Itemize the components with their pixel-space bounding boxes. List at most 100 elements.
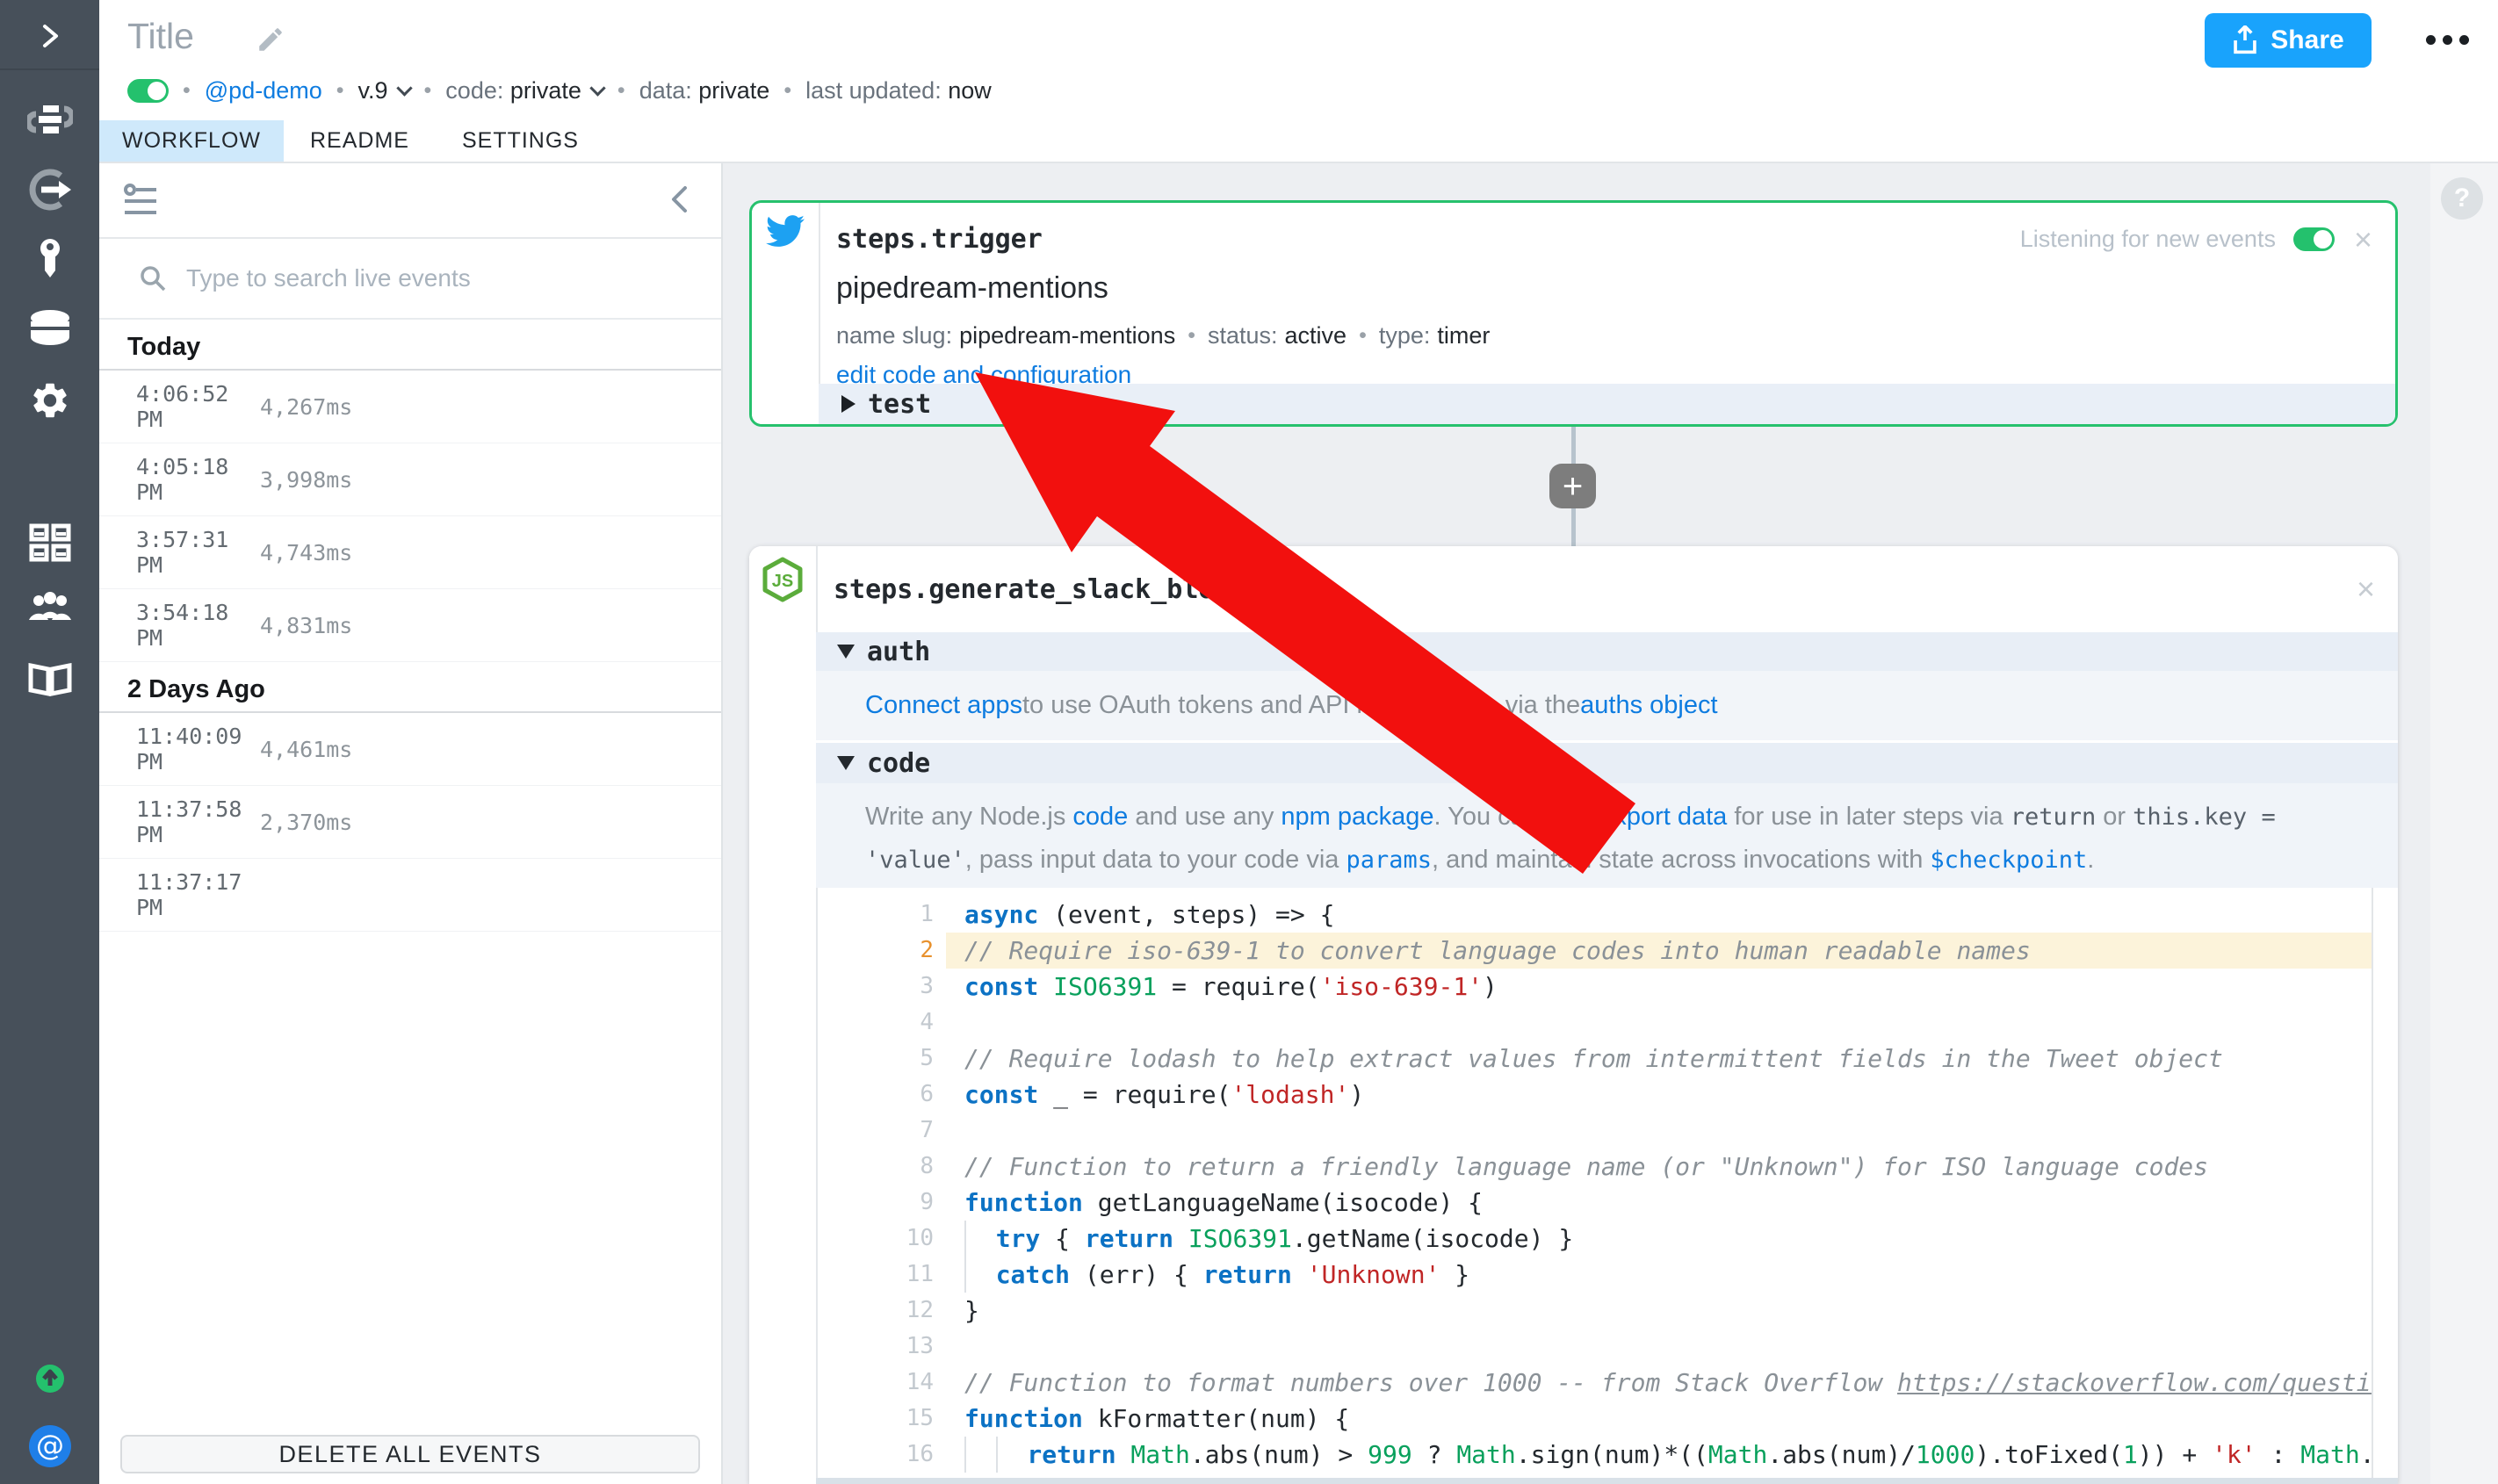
- code-step-header: steps.generate_slack_blocks ×: [816, 546, 2398, 632]
- editor-scrollbar[interactable]: [2372, 888, 2398, 1478]
- event-duration: 4,831ms: [260, 613, 352, 638]
- workflow-header: Title • @pd-demo • v.9 • code: private •…: [99, 0, 2498, 163]
- event-time: 11:40:09 PM: [136, 724, 260, 774]
- twitter-icon: [766, 212, 805, 255]
- event-duration: 4,461ms: [260, 737, 352, 762]
- code-step-name: steps.generate_slack_blocks: [834, 574, 1262, 605]
- more-options-button[interactable]: [2426, 35, 2469, 45]
- event-row[interactable]: 11:37:17 PM: [99, 859, 721, 932]
- code-line[interactable]: 4: [883, 1005, 2398, 1041]
- code-section-header[interactable]: code: [816, 740, 2398, 783]
- inline-doc-link[interactable]: npm package: [1281, 803, 1433, 831]
- event-row[interactable]: 11:40:09 PM4,461ms: [99, 713, 721, 786]
- inline-doc-link[interactable]: Connect apps: [865, 691, 1022, 720]
- close-icon[interactable]: ×: [2357, 577, 2375, 602]
- trigger-step-name: steps.trigger: [836, 224, 1043, 255]
- inline-doc-link[interactable]: params: [1346, 846, 1432, 874]
- event-time: 4:05:18 PM: [136, 454, 260, 505]
- deploy-up-icon[interactable]: [35, 1364, 65, 1398]
- last-updated-value: now: [948, 77, 992, 104]
- workflow-canvas: ? + steps.trigger Listening for new even…: [723, 163, 2498, 1484]
- inline-doc-link[interactable]: code: [1072, 803, 1128, 831]
- exit-icon[interactable]: [27, 167, 73, 217]
- event-search-row: [99, 239, 721, 320]
- code-line[interactable]: 7: [883, 1113, 2398, 1149]
- event-row[interactable]: 11:37:58 PM2,370ms: [99, 786, 721, 859]
- page-title[interactable]: Title: [127, 16, 194, 57]
- share-upload-icon: [2232, 25, 2258, 55]
- inline-doc-link[interactable]: auths object: [1580, 691, 1717, 720]
- code-line[interactable]: 16return Math.abs(num) > 999 ? Math.sign…: [883, 1437, 2398, 1473]
- expand-chevron-icon[interactable]: [35, 21, 65, 55]
- code-line[interactable]: 9function getLanguageName(isocode) {: [883, 1185, 2398, 1221]
- event-row[interactable]: 3:54:18 PM4,831ms: [99, 589, 721, 662]
- code-line[interactable]: 13: [883, 1329, 2398, 1365]
- auth-section-content: Connect apps to use OAuth tokens and API…: [816, 671, 2398, 740]
- last-updated-label: last updated:: [805, 77, 942, 104]
- share-button[interactable]: Share: [2205, 13, 2372, 68]
- code-line[interactable]: 14// Function to format numbers over 100…: [883, 1365, 2398, 1401]
- delete-all-events-button[interactable]: DELETE ALL EVENTS: [120, 1435, 700, 1473]
- community-icon[interactable]: [27, 590, 73, 630]
- close-icon[interactable]: ×: [2354, 227, 2372, 252]
- pipedream-workflow-app: @ Title • @pd-demo • v.9 • code: private…: [0, 0, 2498, 1484]
- edit-title-pencil-icon[interactable]: [256, 25, 285, 59]
- apps-grid-icon[interactable]: [29, 523, 71, 566]
- editor-bottom-scrollbar[interactable]: [816, 1478, 2398, 1484]
- add-step-button[interactable]: +: [1549, 464, 1596, 508]
- help-button[interactable]: ?: [2441, 177, 2483, 220]
- tab-readme[interactable]: README: [284, 120, 436, 162]
- database-icon[interactable]: [28, 309, 72, 354]
- code-line[interactable]: 15function kFormatter(num) {: [883, 1401, 2398, 1437]
- event-row[interactable]: 3:57:31 PM4,743ms: [99, 516, 721, 589]
- code-line[interactable]: 11catch (err) { return 'Unknown' }: [883, 1257, 2398, 1293]
- event-group-label: 2 Days Ago: [99, 662, 721, 713]
- code-line[interactable]: 8// Function to return a friendly langua…: [883, 1149, 2398, 1185]
- collapse-triangle-icon: [837, 756, 855, 770]
- inline-doc-link[interactable]: $checkpoint: [1930, 846, 2087, 874]
- chevron-down-icon: [396, 80, 412, 96]
- listening-toggle[interactable]: [2293, 227, 2335, 251]
- event-filter-icon[interactable]: [123, 183, 158, 222]
- event-row[interactable]: 4:06:52 PM4,267ms: [99, 371, 721, 443]
- account-link[interactable]: @pd-demo: [205, 77, 322, 104]
- gear-icon[interactable]: [29, 379, 71, 426]
- code-visibility-select[interactable]: private: [510, 77, 581, 104]
- search-icon: [139, 264, 167, 292]
- search-input[interactable]: [184, 263, 662, 293]
- event-duration: 4,267ms: [260, 394, 352, 420]
- tab-bar: WORKFLOW README SETTINGS: [99, 120, 605, 162]
- event-row[interactable]: 4:05:18 PM3,998ms: [99, 443, 721, 516]
- code-line[interactable]: 6const _ = require('lodash'): [883, 1077, 2398, 1113]
- tab-workflow[interactable]: WORKFLOW: [99, 120, 284, 162]
- code-line[interactable]: 1async (event, steps) => {: [883, 897, 2398, 933]
- canvas-right-gutter: [2430, 163, 2498, 1484]
- listening-label: Listening for new events: [2020, 226, 2276, 253]
- svg-text:@: @: [36, 1429, 64, 1462]
- code-line[interactable]: 10try { return ISO6391.getName(isocode) …: [883, 1221, 2398, 1257]
- code-line[interactable]: 2// Require iso-639-1 to convert languag…: [883, 933, 2398, 969]
- auth-section-header[interactable]: auth: [816, 632, 2398, 671]
- code-line[interactable]: 12}: [883, 1293, 2398, 1329]
- code-line[interactable]: 5// Require lodash to help extract value…: [883, 1041, 2398, 1077]
- trigger-step-card: steps.trigger Listening for new events ×…: [749, 200, 2398, 427]
- code-editor[interactable]: 1async (event, steps) => {2// Require is…: [883, 888, 2398, 1478]
- key-icon[interactable]: [30, 237, 70, 287]
- code-line[interactable]: 3const ISO6391 = require('iso-639-1'): [883, 969, 2398, 1005]
- collapse-panel-icon[interactable]: [667, 184, 693, 219]
- code-visibility-label: code:: [445, 77, 503, 104]
- data-visibility-label: data:: [639, 77, 692, 104]
- mentions-at-icon[interactable]: @: [28, 1424, 72, 1473]
- data-visibility-value: private: [698, 77, 769, 104]
- docs-book-icon[interactable]: [27, 660, 73, 702]
- trigger-test-row[interactable]: test: [819, 384, 2395, 424]
- pipedream-logo-icon[interactable]: [27, 97, 73, 147]
- version-select[interactable]: v.9: [358, 77, 388, 104]
- event-time: 4:06:52 PM: [136, 381, 260, 432]
- inline-doc-link[interactable]: export data: [1599, 803, 1727, 831]
- tab-settings[interactable]: SETTINGS: [436, 120, 605, 162]
- svg-text:JS: JS: [772, 572, 793, 591]
- code-step-card: JS steps.generate_slack_blocks × auth Co…: [749, 546, 2398, 1484]
- left-rail: @: [0, 0, 99, 1484]
- workflow-enabled-toggle[interactable]: [127, 79, 169, 103]
